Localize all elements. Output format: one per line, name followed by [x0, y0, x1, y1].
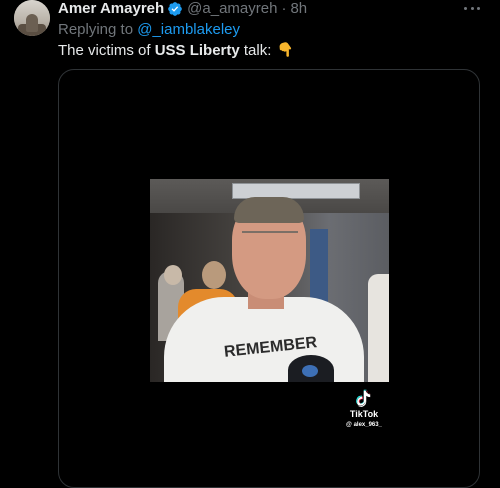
author-handle[interactable]: @a_amayreh [187, 0, 277, 18]
tiktok-logo-icon [356, 389, 371, 407]
tiktok-brand-label: TikTok [349, 409, 379, 419]
more-dot [464, 6, 467, 10]
tiktok-watermark: TikTok @ alex_963_ [334, 389, 394, 429]
scene-background-person-head [164, 265, 182, 285]
author-name[interactable]: Amer Amayreh [58, 0, 164, 18]
verified-badge-icon [168, 2, 183, 16]
tweet-text: The victims of USS Liberty talk: [58, 41, 294, 60]
scene-main-person-glasses [242, 231, 298, 247]
more-dot [470, 6, 474, 10]
replying-prefix: Replying to [58, 21, 138, 38]
replying-to: Replying to @_iamblakeley [58, 21, 240, 39]
video-player[interactable]: REMEMBER TikTok @ alex_963_ [58, 69, 480, 488]
tweet-text-prefix: The victims of [58, 42, 155, 59]
avatar[interactable] [14, 0, 50, 36]
video-frame: REMEMBER [150, 179, 389, 382]
more-options-icon[interactable] [464, 2, 480, 14]
tweet-text-suffix: talk: [239, 42, 276, 59]
backhand-index-pointing-down-icon [279, 42, 291, 57]
scene-orange-shirt-person-head [202, 261, 226, 289]
scene-microphone-logo [302, 365, 318, 377]
avatar-figure [26, 14, 38, 32]
tweet-card[interactable]: Amer Amayreh @a_amayreh · 8h Replying to… [0, 0, 500, 488]
more-dot [477, 6, 480, 10]
scene-main-person-hair [234, 197, 304, 223]
tiktok-username: @ alex_963_ [346, 422, 382, 428]
tweet-header: Amer Amayreh @a_amayreh · 8h [58, 0, 307, 18]
scene-right-person [368, 274, 389, 382]
separator-dot: · [281, 0, 287, 17]
timestamp[interactable]: 8h [290, 0, 307, 18]
replying-mention-link[interactable]: @_iamblakeley [137, 21, 240, 38]
tweet-text-bold: USS Liberty [154, 42, 240, 59]
